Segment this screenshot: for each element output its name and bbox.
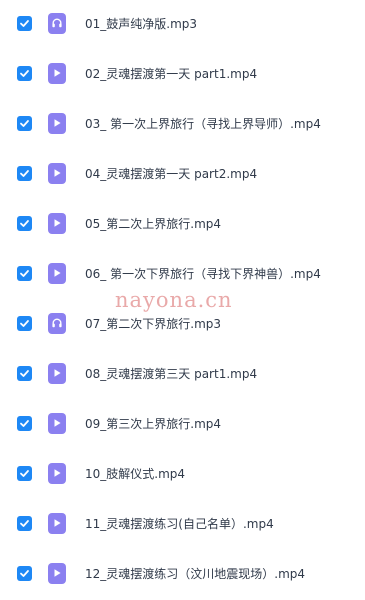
- file-row[interactable]: 05_第二次上界旅行.mp4: [0, 198, 365, 248]
- checkbox-checked[interactable]: [17, 165, 32, 181]
- video-icon: [48, 512, 66, 534]
- checkbox-checked[interactable]: [17, 515, 32, 531]
- file-name[interactable]: 09_第三次上界旅行.mp4: [85, 415, 221, 432]
- file-row[interactable]: 03_ 第一次上界旅行（寻找上界导师）.mp4: [0, 98, 365, 148]
- file-list: 01_鼓声纯净版.mp3 02_灵魂摆渡第一天 part1.mp4 03_ 第一次上…: [0, 0, 365, 600]
- checkbox-checked[interactable]: [17, 565, 32, 581]
- video-icon: [48, 162, 66, 184]
- file-row[interactable]: 01_鼓声纯净版.mp3: [0, 0, 365, 48]
- file-name[interactable]: 08_灵魂摆渡第三天 part1.mp4: [85, 365, 257, 382]
- file-row[interactable]: 04_灵魂摆渡第一天 part2.mp4: [0, 148, 365, 198]
- video-icon: [48, 462, 66, 484]
- file-row[interactable]: 02_灵魂摆渡第一天 part1.mp4: [0, 48, 365, 98]
- file-name[interactable]: 07_第二次下界旅行.mp3: [85, 315, 221, 332]
- checkbox-checked[interactable]: [17, 115, 32, 131]
- file-name[interactable]: 11_灵魂摆渡练习(自己名单）.mp4: [85, 515, 274, 532]
- checkbox-checked[interactable]: [17, 315, 32, 331]
- video-icon: [48, 562, 66, 584]
- video-icon: [48, 112, 66, 134]
- checkbox-checked[interactable]: [17, 365, 32, 381]
- checkbox-checked[interactable]: [17, 215, 32, 231]
- checkbox-checked[interactable]: [17, 15, 32, 31]
- video-icon: [48, 62, 66, 84]
- file-name[interactable]: 10_肢解仪式.mp4: [85, 465, 185, 482]
- checkbox-checked[interactable]: [17, 465, 32, 481]
- video-icon: [48, 212, 66, 234]
- file-row[interactable]: 07_第二次下界旅行.mp3: [0, 298, 365, 348]
- audio-icon: [48, 12, 66, 34]
- video-icon: [48, 362, 66, 384]
- file-name[interactable]: 05_第二次上界旅行.mp4: [85, 215, 221, 232]
- checkbox-checked[interactable]: [17, 65, 32, 81]
- file-row[interactable]: 10_肢解仪式.mp4: [0, 448, 365, 498]
- file-name[interactable]: 12_灵魂摆渡练习（汶川地震现场）.mp4: [85, 565, 305, 582]
- file-name[interactable]: 03_ 第一次上界旅行（寻找上界导师）.mp4: [85, 115, 321, 132]
- file-row[interactable]: 08_灵魂摆渡第三天 part1.mp4: [0, 348, 365, 398]
- audio-icon: [48, 312, 66, 334]
- file-name[interactable]: 06_ 第一次下界旅行（寻找下界神兽）.mp4: [85, 265, 321, 282]
- file-name[interactable]: 02_灵魂摆渡第一天 part1.mp4: [85, 65, 257, 82]
- checkbox-checked[interactable]: [17, 415, 32, 431]
- video-icon: [48, 262, 66, 284]
- file-row[interactable]: 12_灵魂摆渡练习（汶川地震现场）.mp4: [0, 548, 365, 598]
- file-name[interactable]: 04_灵魂摆渡第一天 part2.mp4: [85, 165, 257, 182]
- video-icon: [48, 412, 66, 434]
- file-name[interactable]: 01_鼓声纯净版.mp3: [85, 15, 197, 32]
- checkbox-checked[interactable]: [17, 265, 32, 281]
- file-row[interactable]: 09_第三次上界旅行.mp4: [0, 398, 365, 448]
- file-row[interactable]: 11_灵魂摆渡练习(自己名单）.mp4: [0, 498, 365, 548]
- file-row[interactable]: 06_ 第一次下界旅行（寻找下界神兽）.mp4: [0, 248, 365, 298]
